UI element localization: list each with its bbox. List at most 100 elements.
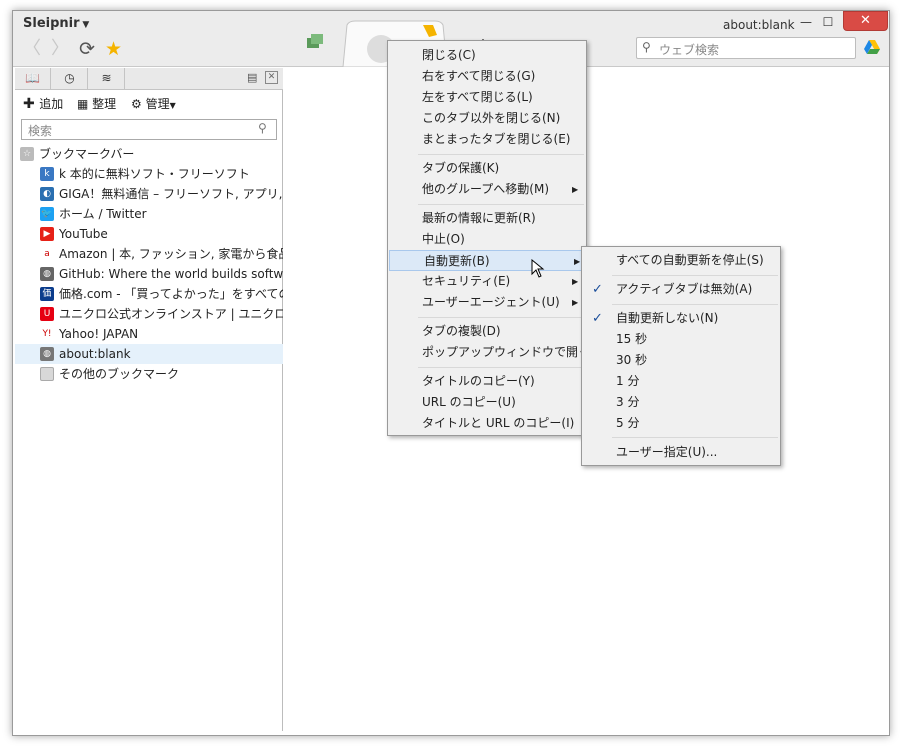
favorite-star-button[interactable]: ★ bbox=[105, 39, 122, 59]
menu-separator bbox=[418, 367, 584, 368]
sidebar-panel: 📖 ◷ ≋ ▤ ✕ ✚ 追加 ▦ 整理 ⚙ 管理▼ 検索 ⚲ ☆ ブックマークバ… bbox=[15, 68, 283, 731]
panel-layout-icon[interactable]: ▤ bbox=[247, 71, 257, 84]
menu-item[interactable]: 右をすべて閉じる(G) bbox=[388, 66, 586, 87]
menu-item-label: ポップアップウィンドウで開く(S) bbox=[422, 345, 607, 359]
manage-button[interactable]: ⚙ 管理▼ bbox=[131, 95, 176, 112]
menu-item[interactable]: 左をすべて閉じる(L) bbox=[388, 87, 586, 108]
submenu-item[interactable]: ✓ 自動更新しない(N) bbox=[582, 308, 780, 329]
site-favicon-icon: Y! bbox=[40, 327, 54, 341]
menu-separator bbox=[612, 304, 778, 305]
menu-item[interactable]: ユーザーエージェント(U) ▶ bbox=[388, 292, 586, 313]
menu-item[interactable]: 閉じる(C) bbox=[388, 45, 586, 66]
menu-item[interactable]: タイトルと URL のコピー(I) bbox=[388, 413, 586, 434]
mouse-cursor-icon bbox=[531, 259, 545, 278]
add-button[interactable]: ✚ 追加 bbox=[23, 95, 63, 112]
menu-item[interactable]: タイトルのコピー(Y) bbox=[388, 371, 586, 392]
menu-item[interactable]: タブの保護(K) bbox=[388, 158, 586, 179]
submenu-item[interactable]: 30 秒 bbox=[582, 350, 780, 371]
bookmark-title: ホーム / Twitter bbox=[59, 207, 147, 221]
menu-item[interactable]: セキュリティ(E) ▶ bbox=[388, 271, 586, 292]
maximize-button[interactable]: ☐ bbox=[819, 13, 837, 31]
menu-item[interactable]: URL のコピー(U) bbox=[388, 392, 586, 413]
menu-item[interactable]: 他のグループへ移動(M) ▶ bbox=[388, 179, 586, 200]
menu-item[interactable]: 自動更新(B) ▶ bbox=[389, 250, 585, 271]
submenu-item[interactable]: 15 秒 bbox=[582, 329, 780, 350]
site-favicon-icon: ◍ bbox=[40, 267, 54, 281]
menu-item[interactable]: タブの複製(D) bbox=[388, 321, 586, 342]
history-icon[interactable]: ◷ bbox=[52, 68, 88, 90]
bookmark-item[interactable]: 価価格.com - 「買ってよかった」をすべてのひとに。 bbox=[15, 284, 283, 304]
submenu-item[interactable]: すべての自動更新を停止(S) bbox=[582, 250, 780, 271]
organize-button[interactable]: ▦ 整理 bbox=[77, 95, 116, 112]
menu-item-label: 中止(O) bbox=[422, 232, 465, 246]
search-icon: ⚲ bbox=[258, 121, 267, 135]
close-panel-icon[interactable]: ✕ bbox=[265, 71, 278, 84]
site-favicon-icon: ◍ bbox=[40, 347, 54, 361]
bookmark-title: about:blank bbox=[59, 347, 131, 361]
menu-item[interactable]: 中止(O) bbox=[388, 229, 586, 250]
menu-item-label: 最新の情報に更新(R) bbox=[422, 211, 536, 225]
reload-button[interactable]: ⟳ bbox=[79, 39, 95, 59]
bookmark-item[interactable]: a Amazon | 本, ファッション, 家電から食品まで | bbox=[15, 244, 283, 264]
back-button[interactable]: 〈 bbox=[23, 39, 41, 59]
chevron-down-icon: ▼ bbox=[169, 101, 176, 110]
gear-icon: ⚙ bbox=[131, 97, 146, 111]
app-menu-button[interactable]: Sleipnir ▼ bbox=[23, 16, 89, 31]
menu-separator bbox=[612, 437, 778, 438]
submenu-item[interactable]: 3 分 bbox=[582, 392, 780, 413]
menu-item-label: タイトルのコピー(Y) bbox=[422, 374, 535, 388]
bookmark-item[interactable]: ◍ GitHub: Where the world builds software… bbox=[15, 264, 283, 284]
bookmark-item[interactable]: Y! Yahoo! JAPAN bbox=[15, 324, 283, 344]
close-window-button[interactable]: ✕ bbox=[843, 11, 888, 31]
menu-item-label: URL のコピー(U) bbox=[422, 395, 516, 409]
google-drive-icon[interactable] bbox=[864, 40, 880, 54]
other-bookmarks-folder[interactable]: その他のブックマーク bbox=[15, 364, 283, 384]
bookmark-title: Yahoo! JAPAN bbox=[59, 327, 139, 341]
menu-item-label: まとまったタブを閉じる(E) bbox=[422, 132, 571, 146]
bookmark-item[interactable]: 🐦 ホーム / Twitter bbox=[15, 204, 283, 224]
forward-button[interactable]: 〉 bbox=[51, 39, 69, 59]
panel-tabs: 📖 ◷ ≋ ▤ ✕ bbox=[15, 68, 283, 90]
site-favicon-icon: a bbox=[40, 247, 54, 261]
submenu-item[interactable]: 1 分 bbox=[582, 371, 780, 392]
bookmark-title: GitHub: Where the world builds software … bbox=[59, 267, 283, 281]
menu-item-label: タブの複製(D) bbox=[422, 324, 501, 338]
bookmark-search-input[interactable]: 検索 ⚲ bbox=[21, 119, 277, 140]
menu-item[interactable]: まとまったタブを閉じる(E) bbox=[388, 129, 586, 150]
menu-separator bbox=[418, 317, 584, 318]
bookmark-folder-bar[interactable]: ☆ ブックマークバー bbox=[15, 144, 283, 164]
submenu-item-label: 1 分 bbox=[616, 374, 640, 388]
search-icon: ⚲ bbox=[642, 40, 651, 54]
minimize-button[interactable]: — bbox=[797, 13, 815, 31]
menu-item-label: タイトルと URL のコピー(I) bbox=[422, 416, 575, 430]
bookmark-item[interactable]: ◐ GIGA！無料通信 – フリーソフト, アプリ, 無料の bbox=[15, 184, 283, 204]
bookmark-item[interactable]: k k 本的に無料ソフト・フリーソフト bbox=[15, 164, 283, 184]
menu-item[interactable]: ポップアップウィンドウで開く(S) bbox=[388, 342, 607, 363]
auto-refresh-submenu: すべての自動更新を停止(S) ✓ アクティブタブは無効(A) ✓ 自動更新しない(N) 1… bbox=[581, 246, 781, 466]
web-search-input[interactable]: ⚲ ウェブ検索 bbox=[636, 37, 856, 59]
menu-item-label: ユーザーエージェント(U) bbox=[422, 295, 560, 309]
menu-item-label: このタブ以外を閉じる(N) bbox=[422, 111, 561, 125]
submenu-item[interactable]: ✓ アクティブタブは無効(A) bbox=[582, 279, 780, 300]
bookmark-item[interactable]: U ユニクロ公式オンラインストア | ユニクロ bbox=[15, 304, 283, 324]
submenu-item-label: すべての自動更新を停止(S) bbox=[616, 253, 764, 267]
menu-separator bbox=[418, 204, 584, 205]
menu-item[interactable]: 最新の情報に更新(R) bbox=[388, 208, 586, 229]
submenu-item[interactable]: ユーザー指定(U)... bbox=[582, 442, 780, 463]
submenu-item-label: ユーザー指定(U)... bbox=[616, 445, 718, 459]
menu-item-label: 右をすべて閉じる(G) bbox=[422, 69, 536, 83]
submenu-item-label: 3 分 bbox=[616, 395, 640, 409]
book-icon[interactable]: 📖 bbox=[15, 68, 51, 90]
bookmark-item[interactable]: ▶ YouTube bbox=[15, 224, 283, 244]
bookmark-item[interactable]: ◍ about:blank bbox=[15, 344, 283, 364]
submenu-item-label: 30 秒 bbox=[616, 353, 648, 367]
site-favicon-icon: ◐ bbox=[40, 187, 54, 201]
submenu-item-label: 自動更新しない(N) bbox=[616, 311, 719, 325]
bookmark-title: k 本的に無料ソフト・フリーソフト bbox=[59, 167, 250, 181]
rss-icon[interactable]: ≋ bbox=[89, 68, 125, 90]
submenu-item-label: 5 分 bbox=[616, 416, 640, 430]
submenu-arrow-icon: ▶ bbox=[574, 257, 581, 266]
menu-item-label: 左をすべて閉じる(L) bbox=[422, 90, 533, 104]
menu-item[interactable]: このタブ以外を閉じる(N) bbox=[388, 108, 586, 129]
submenu-item[interactable]: 5 分 bbox=[582, 413, 780, 434]
